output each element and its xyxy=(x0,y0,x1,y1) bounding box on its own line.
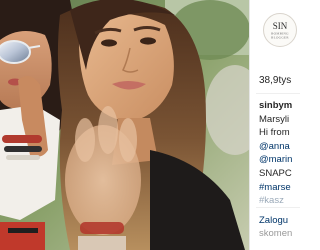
caption-mention[interactable]: @anna xyxy=(259,141,290,152)
account-avatar[interactable]: SIN BOMBING BLOGGER xyxy=(263,13,297,47)
account-logo-icon: SIN BOMBING BLOGGER xyxy=(271,21,289,40)
caption-hashtag[interactable]: #kasz xyxy=(259,195,284,206)
divider xyxy=(256,93,300,94)
caption-username[interactable]: sinbym xyxy=(259,100,292,111)
post-caption: sinbym Marsyli Hi from @anna @marin SNAP… xyxy=(259,99,300,208)
caption-line: Marsyli xyxy=(259,113,290,125)
likes-count: 38,9tys xyxy=(259,75,292,86)
caption-mention[interactable]: @marin xyxy=(259,154,292,165)
login-suffix: skomen xyxy=(259,228,293,239)
caption-line: SNAPC xyxy=(259,167,292,179)
divider xyxy=(256,207,300,208)
login-link[interactable]: Zalogu xyxy=(259,215,288,226)
account-logo-line3: BLOGGER xyxy=(271,36,289,40)
account-logo-line1: SIN xyxy=(273,21,288,31)
post-info-panel: SIN BOMBING BLOGGER 38,9tys sinbym Marsy… xyxy=(249,0,300,250)
instagram-embed: SIN BOMBING BLOGGER 38,9tys sinbym Marsy… xyxy=(0,0,300,250)
caption-line: Hi from xyxy=(259,127,290,139)
post-media[interactable] xyxy=(0,0,249,250)
caption-hashtag[interactable]: #marse xyxy=(259,182,291,193)
post-photo[interactable] xyxy=(0,0,249,250)
login-to-comment: Zalogu skomen xyxy=(259,214,292,240)
